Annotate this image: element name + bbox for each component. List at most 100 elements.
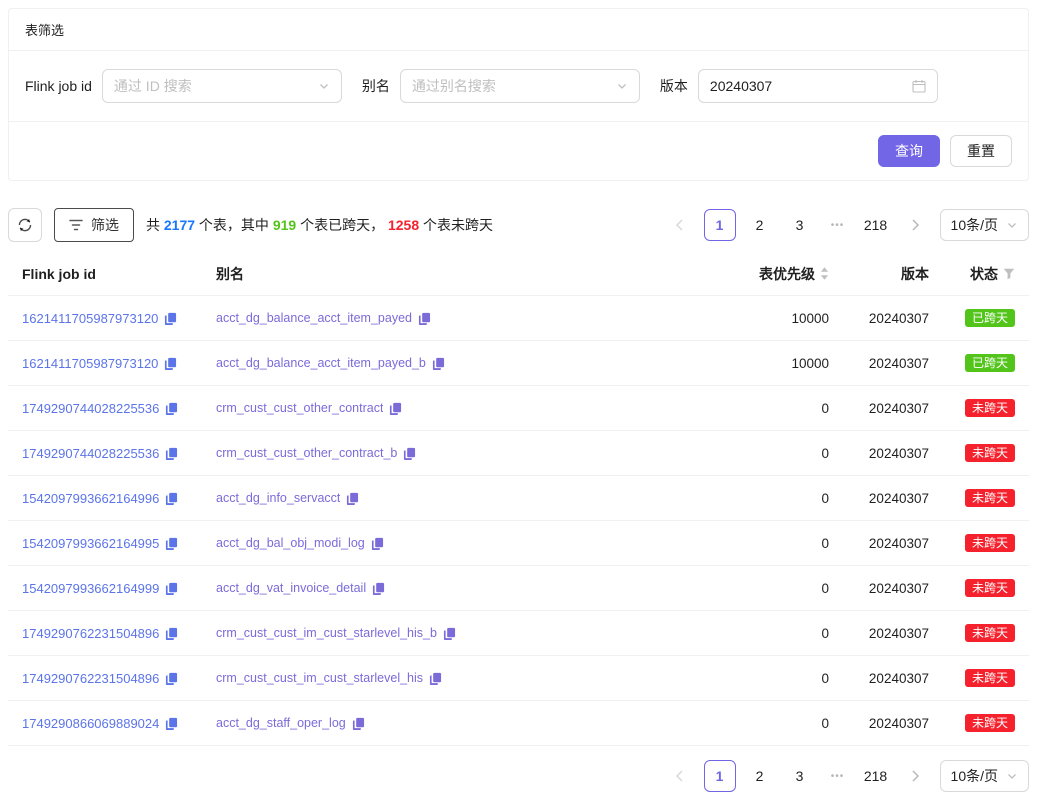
copy-icon[interactable]: [372, 582, 385, 595]
flink-job-id-cell: 1749290744028225536: [8, 401, 208, 416]
alias-link[interactable]: acct_dg_balance_acct_item_payed: [216, 311, 412, 325]
page-ellipsis[interactable]: •••: [824, 771, 852, 782]
alias-link[interactable]: acct_dg_bal_obj_modi_log: [216, 536, 365, 550]
col-header-priority[interactable]: 表优先级: [732, 264, 837, 284]
flink-job-id-link[interactable]: 1749290866069889024: [22, 716, 159, 731]
page-size-select[interactable]: 10条/页: [940, 760, 1029, 792]
copy-icon[interactable]: [165, 627, 178, 640]
status-cell: 已跨天: [937, 354, 1029, 372]
filter-funnel-icon[interactable]: [1003, 268, 1015, 280]
prev-page-button[interactable]: [664, 760, 696, 792]
alias-link[interactable]: crm_cust_cust_im_cust_starlevel_his_b: [216, 626, 437, 640]
page-button-3[interactable]: 3: [784, 209, 816, 241]
alias-cell: crm_cust_cust_other_contract_b: [208, 446, 732, 460]
table-row: 1749290744028225536 crm_cust_cust_other_…: [8, 386, 1029, 431]
status-badge: 已跨天: [965, 309, 1015, 327]
copy-icon[interactable]: [443, 627, 456, 640]
status-badge: 未跨天: [965, 489, 1015, 507]
copy-icon[interactable]: [389, 402, 402, 415]
table-body: 1621411705987973120 acct_dg_balance_acct…: [8, 296, 1029, 746]
refresh-icon: [17, 217, 33, 233]
copy-icon[interactable]: [165, 672, 178, 685]
version-cell: 20240307: [837, 401, 937, 416]
flink-job-id-link[interactable]: 1542097993662164995: [22, 536, 159, 551]
flink-job-id-select[interactable]: 通过 ID 搜索: [102, 69, 342, 103]
priority-cell: 0: [732, 536, 837, 551]
page-button-1[interactable]: 1: [704, 209, 736, 241]
priority-cell: 0: [732, 401, 837, 416]
next-page-button[interactable]: [900, 760, 932, 792]
copy-icon[interactable]: [165, 582, 178, 595]
copy-icon[interactable]: [164, 357, 177, 370]
copy-icon[interactable]: [165, 492, 178, 505]
copy-icon[interactable]: [403, 447, 416, 460]
priority-cell: 0: [732, 446, 837, 461]
flink-job-id-cell: 1749290762231504896: [8, 626, 208, 641]
pagination-top: 1 2 3 ••• 218 10条/页: [664, 209, 1029, 241]
total-count: 2177: [164, 217, 195, 233]
col-header-status[interactable]: 状态: [937, 264, 1029, 284]
alias-cell: crm_cust_cust_other_contract: [208, 401, 732, 415]
next-page-button[interactable]: [900, 209, 932, 241]
copy-icon[interactable]: [418, 312, 431, 325]
flink-job-id-link[interactable]: 1749290744028225536: [22, 446, 159, 461]
copy-icon[interactable]: [164, 312, 177, 325]
copy-icon[interactable]: [165, 447, 178, 460]
alias-link[interactable]: crm_cust_cust_other_contract: [216, 401, 383, 415]
alias-link[interactable]: acct_dg_staff_oper_log: [216, 716, 346, 730]
flink-job-id-link[interactable]: 1621411705987973120: [22, 356, 158, 371]
flink-job-id-link[interactable]: 1749290744028225536: [22, 401, 159, 416]
reset-button[interactable]: 重置: [950, 135, 1012, 167]
alias-link[interactable]: crm_cust_cust_other_contract_b: [216, 446, 397, 460]
page-button-2[interactable]: 2: [744, 760, 776, 792]
pagination-bottom: 1 2 3 ••• 218 10条/页: [664, 760, 1029, 792]
table-row: 1749290762231504896 crm_cust_cust_im_cus…: [8, 656, 1029, 701]
copy-icon[interactable]: [346, 492, 359, 505]
page-button-last[interactable]: 218: [860, 760, 892, 792]
status-cell: 已跨天: [937, 309, 1029, 327]
page-size-value: 10条/页: [951, 766, 998, 786]
sort-icon[interactable]: [820, 267, 829, 280]
refresh-button[interactable]: [8, 208, 42, 242]
copy-icon[interactable]: [429, 672, 442, 685]
col-header-version: 版本: [837, 264, 937, 284]
copy-icon[interactable]: [165, 402, 178, 415]
flink-job-id-link[interactable]: 1542097993662164999: [22, 581, 159, 596]
status-cell: 未跨天: [937, 579, 1029, 597]
copy-icon[interactable]: [352, 717, 365, 730]
page-ellipsis[interactable]: •••: [824, 220, 852, 231]
page-button-last[interactable]: 218: [860, 209, 892, 241]
alias-select[interactable]: 通过别名搜索: [400, 69, 640, 103]
page-button-3[interactable]: 3: [784, 760, 816, 792]
alias-link[interactable]: acct_dg_vat_invoice_detail: [216, 581, 366, 595]
filter-toggle-button[interactable]: 筛选: [54, 208, 134, 242]
copy-icon[interactable]: [371, 537, 384, 550]
page-button-2[interactable]: 2: [744, 209, 776, 241]
query-button[interactable]: 查询: [878, 135, 940, 167]
flink-job-id-link[interactable]: 1621411705987973120: [22, 311, 158, 326]
flink-job-id-cell: 1542097993662164995: [8, 536, 208, 551]
alias-cell: acct_dg_bal_obj_modi_log: [208, 536, 732, 550]
filter-lines-icon: [69, 219, 83, 231]
alias-link[interactable]: acct_dg_balance_acct_item_payed_b: [216, 356, 426, 370]
flink-job-id-link[interactable]: 1749290762231504896: [22, 626, 159, 641]
copy-icon[interactable]: [165, 717, 178, 730]
copy-icon[interactable]: [165, 537, 178, 550]
page-size-select[interactable]: 10条/页: [940, 209, 1029, 241]
alias-link[interactable]: acct_dg_info_servacct: [216, 491, 340, 505]
uncrossed-count: 1258: [388, 217, 419, 233]
status-badge: 未跨天: [965, 624, 1015, 642]
copy-icon[interactable]: [432, 357, 445, 370]
version-date-picker[interactable]: 20240307: [698, 69, 938, 103]
status-badge: 未跨天: [965, 534, 1015, 552]
alias-link[interactable]: crm_cust_cust_im_cust_starlevel_his: [216, 671, 423, 685]
prev-page-button[interactable]: [664, 209, 696, 241]
flink-job-id-cell: 1542097993662164996: [8, 491, 208, 506]
page-button-1[interactable]: 1: [704, 760, 736, 792]
version-cell: 20240307: [837, 446, 937, 461]
status-cell: 未跨天: [937, 444, 1029, 462]
flink-job-id-link[interactable]: 1749290762231504896: [22, 671, 159, 686]
flink-job-id-link[interactable]: 1542097993662164996: [22, 491, 159, 506]
summary-suffix: 个表未跨天: [419, 217, 493, 233]
table-row: 1621411705987973120 acct_dg_balance_acct…: [8, 341, 1029, 386]
